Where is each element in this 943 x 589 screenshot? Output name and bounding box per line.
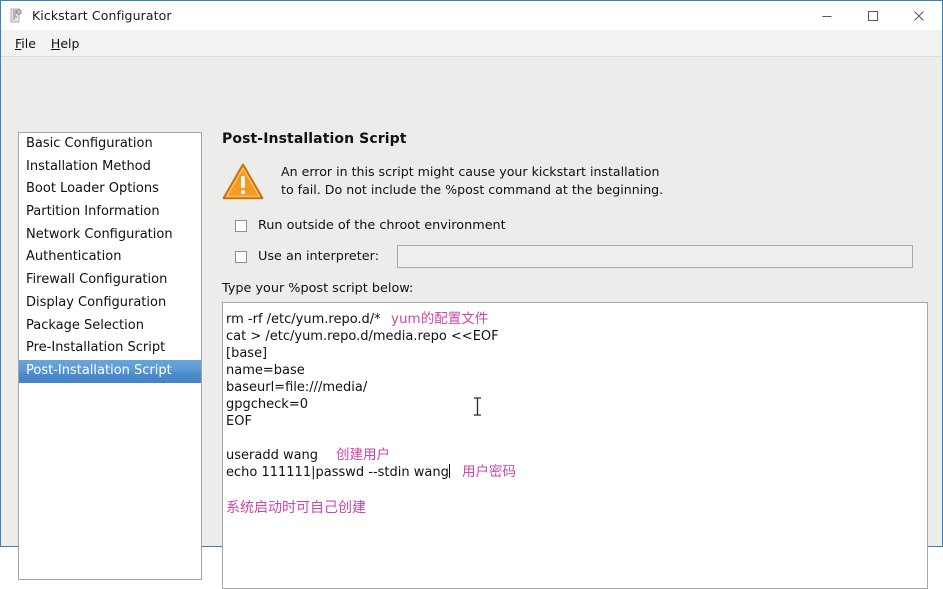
menu-file-rest: ile: [21, 35, 36, 51]
interpreter-row: Use an interpreter:: [222, 245, 928, 268]
sidebar-item-boot-loader-options[interactable]: Boot Loader Options: [19, 178, 201, 201]
sidebar-item-installation-method[interactable]: Installation Method: [19, 156, 201, 179]
annotation-boot-note: 系统启动时可自己创建: [226, 500, 366, 516]
warning-triangle-icon: [222, 162, 264, 202]
interpreter-input[interactable]: [397, 245, 914, 268]
sidebar-item-post-installation-script[interactable]: Post-Installation Script: [19, 359, 201, 383]
script-line-9: useradd wang 创建用户: [226, 447, 927, 464]
menu-item-file[interactable]: File: [9, 34, 45, 53]
script-line-10: echo 111111|passwd --stdin wang 用户密码: [226, 464, 927, 481]
script-line-9-text: useradd wang: [226, 448, 319, 463]
script-line-6: gpgcheck=0: [226, 397, 308, 412]
script-line-3: [base]: [226, 346, 268, 361]
chroot-checkbox-label: Run outside of the chroot environment: [258, 218, 506, 233]
sidebar-item-pre-installation-script[interactable]: Pre-Installation Script: [19, 337, 201, 360]
window-title: Kickstart Configurator: [32, 8, 172, 23]
script-area-label: Type your %post script below:: [222, 281, 414, 296]
window-controls: [804, 1, 942, 30]
kickstart-configurator-window: Kickstart Configurator File Help Basic C…: [0, 0, 943, 589]
kickstart-icon: [8, 8, 24, 24]
interpreter-checkbox-label: Use an interpreter:: [258, 249, 380, 264]
sidebar-item-authentication[interactable]: Authentication: [19, 246, 201, 269]
annotation-user-password: 用户密码: [462, 464, 516, 480]
interpreter-checkbox[interactable]: [235, 250, 247, 263]
window-content: Basic Configuration Installation Method …: [1, 57, 942, 589]
menu-item-help[interactable]: Help: [45, 34, 89, 53]
sidebar-item-package-selection[interactable]: Package Selection: [19, 315, 201, 338]
post-installation-script-pane: Post-Installation Script An error in thi…: [222, 131, 928, 589]
configuration-sections-list[interactable]: Basic Configuration Installation Method …: [18, 132, 202, 580]
warning-line-2: to fail. Do not include the %post comman…: [281, 182, 664, 198]
minimize-icon[interactable]: [804, 1, 850, 30]
script-line-4: name=base: [226, 363, 305, 378]
warning-notice: An error in this script might cause your…: [222, 159, 928, 202]
warning-line-1: An error in this script might cause your…: [281, 164, 660, 179]
chroot-checkbox-row[interactable]: Run outside of the chroot environment: [222, 216, 928, 235]
text-caret: [448, 464, 450, 478]
sidebar-item-display-configuration[interactable]: Display Configuration: [19, 292, 201, 315]
annotation-create-user: 创建用户: [336, 447, 390, 463]
menu-help-rest: elp: [60, 35, 80, 51]
script-line-1: rm -rf /etc/yum.repo.d/* yum的配置文件: [226, 311, 927, 328]
script-line-7: EOF: [226, 414, 252, 429]
chroot-checkbox[interactable]: [235, 219, 247, 232]
warning-text: An error in this script might cause your…: [281, 159, 663, 200]
title-bar: Kickstart Configurator: [1, 1, 942, 30]
script-content: rm -rf /etc/yum.repo.d/* yum的配置文件 cat > /…: [223, 303, 927, 516]
maximize-icon[interactable]: [850, 1, 896, 30]
sidebar-item-firewall-configuration[interactable]: Firewall Configuration: [19, 269, 201, 292]
menu-help-mnemonic: H: [50, 35, 61, 51]
post-script-textarea[interactable]: rm -rf /etc/yum.repo.d/* yum的配置文件 cat > /…: [222, 302, 928, 589]
script-line-5: baseurl=file:///media/: [226, 380, 368, 395]
sidebar-item-network-configuration[interactable]: Network Configuration: [19, 224, 201, 247]
script-line-2: cat > /etc/yum.repo.d/media.repo <<EOF: [226, 329, 499, 344]
script-line-8-blank: [226, 430, 927, 447]
sidebar-item-basic-configuration[interactable]: Basic Configuration: [19, 133, 201, 156]
menu-bar: File Help: [1, 30, 942, 57]
page-title: Post-Installation Script: [222, 131, 407, 147]
sidebar-item-partition-information[interactable]: Partition Information: [19, 201, 201, 224]
close-icon[interactable]: [896, 1, 942, 30]
script-line-10-text: echo 111111|passwd --stdin wang: [226, 465, 449, 480]
script-line-1-text: rm -rf /etc/yum.repo.d/*: [226, 312, 381, 327]
annotation-yum-config: yum的配置文件: [391, 311, 489, 327]
